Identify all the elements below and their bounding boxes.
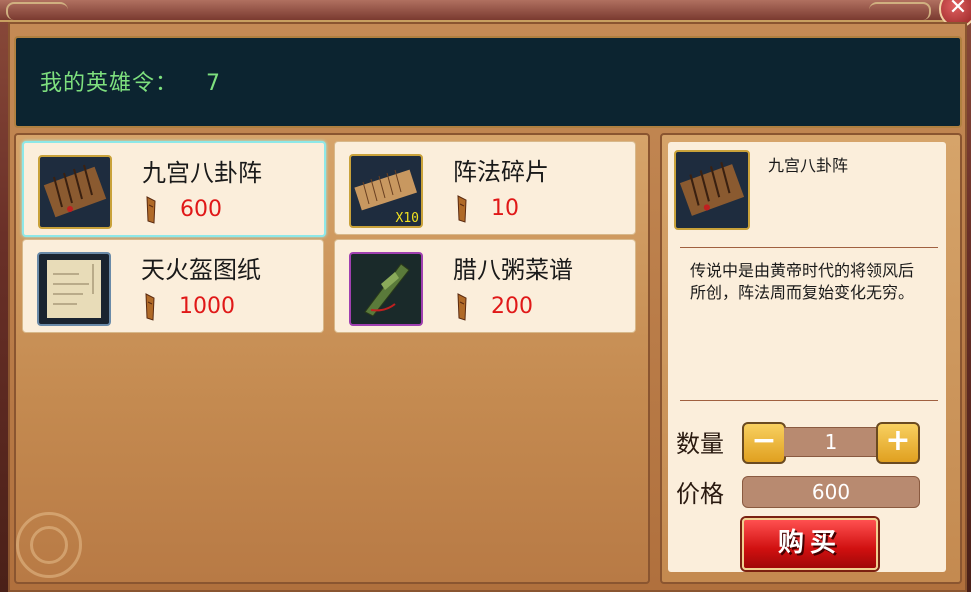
divider xyxy=(680,247,938,248)
divider xyxy=(680,400,938,401)
hero-token-label: 我的英雄令： xyxy=(40,71,179,96)
item-name: 天火盔图纸 xyxy=(141,256,261,284)
quantity-value[interactable]: 1 xyxy=(784,427,878,457)
hero-token-value: 7 xyxy=(206,71,222,96)
total-price-value: 600 xyxy=(742,476,920,508)
item-card-fire-helmet-blueprint[interactable]: 天火盔图纸 1000 xyxy=(22,239,324,333)
selected-item-description: 传说中是由黄帝时代的将领风后所创，阵法周而复始变化无穷。 xyxy=(690,261,915,302)
corner-ornament-right xyxy=(869,2,931,20)
item-card-laba-recipe[interactable]: 腊八粥菜谱 200 xyxy=(334,239,636,333)
recipe-scroll-icon xyxy=(349,252,423,326)
blueprint-paper-icon xyxy=(37,252,111,326)
item-name: 九宫八卦阵 xyxy=(142,159,262,187)
item-card-formation-fragment[interactable]: X10 阵法碎片 10 xyxy=(334,141,636,235)
bamboo-scroll-icon: X10 xyxy=(349,154,423,228)
item-card-nine-palace[interactable]: 九宫八卦阵 600 xyxy=(22,141,326,237)
selected-item-name: 九宫八卦阵 xyxy=(768,156,849,175)
item-price: 200 xyxy=(491,294,533,319)
item-price: 600 xyxy=(180,197,222,222)
hero-token-icon xyxy=(145,293,155,321)
price-label: 价格 xyxy=(676,480,724,508)
increase-quantity-button[interactable]: + xyxy=(876,422,920,464)
corner-ornament-left xyxy=(6,2,68,20)
selected-item-icon xyxy=(674,150,750,230)
decorative-swirl-inner-icon xyxy=(30,526,68,564)
hero-token-icon xyxy=(457,195,467,223)
item-name: 阵法碎片 xyxy=(453,158,549,186)
scroll-book-icon xyxy=(38,155,112,229)
quantity-badge: X10 xyxy=(395,211,419,226)
hero-token-icon xyxy=(146,196,156,224)
item-name: 腊八粥菜谱 xyxy=(453,256,573,284)
item-price: 1000 xyxy=(179,294,235,319)
buy-button[interactable]: 购买 xyxy=(742,518,878,570)
quantity-label: 数量 xyxy=(676,430,724,458)
decrease-quantity-button[interactable]: − xyxy=(742,422,786,464)
window-top-bar xyxy=(0,0,971,22)
item-price: 10 xyxy=(491,196,519,221)
hero-token-icon xyxy=(457,293,467,321)
hero-token-display: 我的英雄令： 7 xyxy=(40,65,221,97)
